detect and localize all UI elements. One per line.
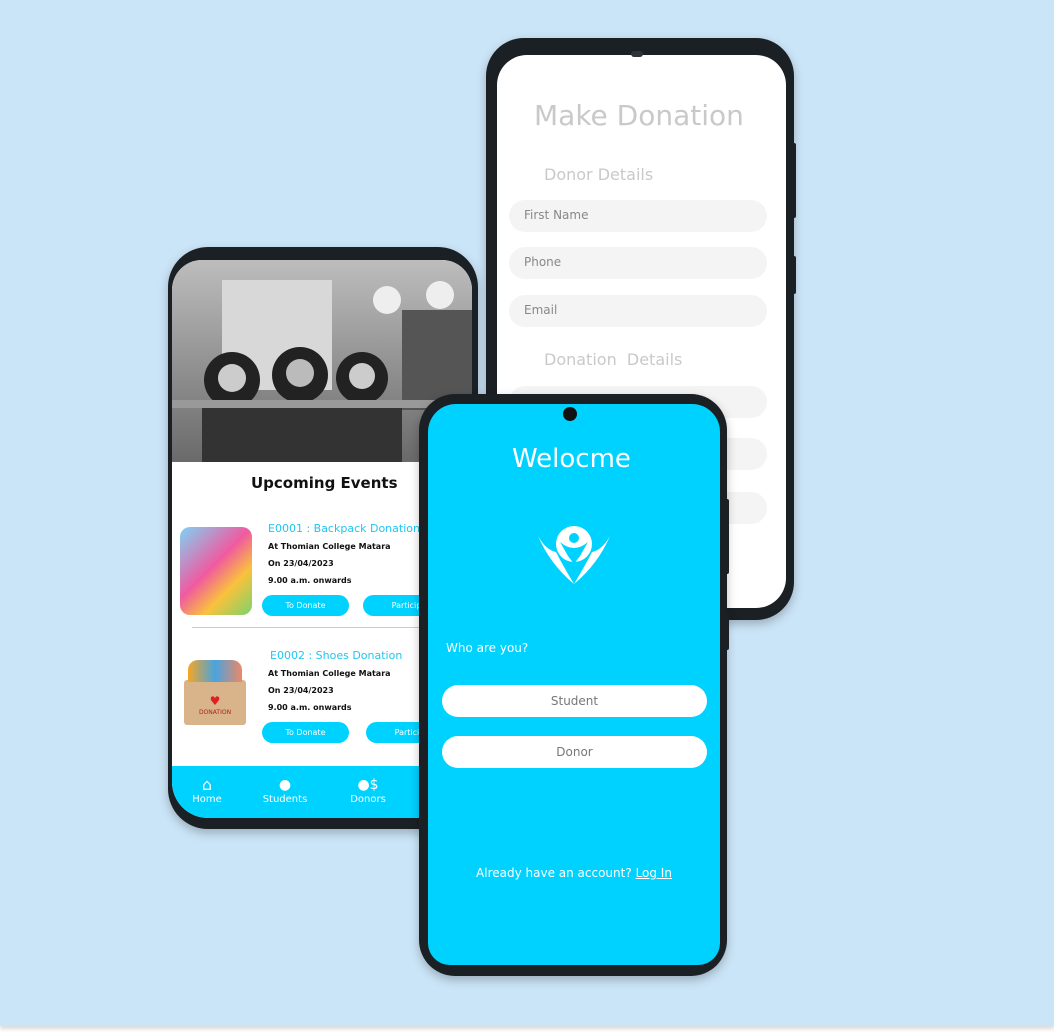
nav-donors[interactable]: ●$ Donors — [338, 776, 398, 805]
student-button[interactable]: Student — [442, 685, 707, 717]
camera — [563, 407, 577, 421]
heart-icon: ♥ — [209, 694, 221, 708]
to-donate-button[interactable]: To Donate — [262, 722, 349, 743]
phone-welcome: Welocme Who are you? Student Donor Alrea… — [419, 394, 729, 976]
account-prompt: Already have an account? Log In — [476, 866, 672, 880]
event-title[interactable]: E0001 : Backpack Donation — [268, 522, 420, 535]
hands-person-icon — [538, 526, 610, 584]
who-are-you-label: Who are you? — [446, 641, 529, 655]
email-input[interactable]: Email — [509, 295, 767, 327]
event-image-donation-box: ♥ DONATION — [184, 680, 246, 725]
to-donate-button[interactable]: To Donate — [262, 595, 349, 616]
donor-button[interactable]: Donor — [442, 736, 707, 768]
camera — [631, 51, 643, 57]
home-icon: ⌂ — [201, 775, 213, 794]
donation-details-heading: Donation Details — [544, 350, 683, 369]
student-icon: ● — [278, 777, 292, 793]
event-title[interactable]: E0002 : Shoes Donation — [270, 649, 402, 662]
nav-students[interactable]: ● Students — [255, 776, 315, 805]
events-heading: Upcoming Events — [251, 474, 398, 492]
nav-home[interactable]: ⌂ Home — [177, 775, 237, 806]
welcome-title: Welocme — [512, 444, 631, 474]
event-time: 9.00 a.m. onwards — [268, 703, 352, 712]
event-date: On 23/04/2023 — [268, 686, 334, 695]
first-name-input[interactable]: First Name — [509, 200, 767, 232]
donor-icon: ●$ — [357, 777, 379, 793]
donation-box-label: DONATION — [198, 709, 232, 716]
event-time: 9.00 a.m. onwards — [268, 576, 352, 585]
phone-input[interactable]: Phone — [509, 247, 767, 279]
event-location: At Thomian College Matara — [268, 669, 391, 678]
page-title: Make Donation — [534, 99, 744, 132]
donor-details-heading: Donor Details — [544, 165, 654, 184]
event-date: On 23/04/2023 — [268, 559, 334, 568]
event-image-backpack — [180, 527, 252, 615]
event-location: At Thomian College Matara — [268, 542, 391, 551]
login-link[interactable]: Log In — [636, 866, 672, 880]
